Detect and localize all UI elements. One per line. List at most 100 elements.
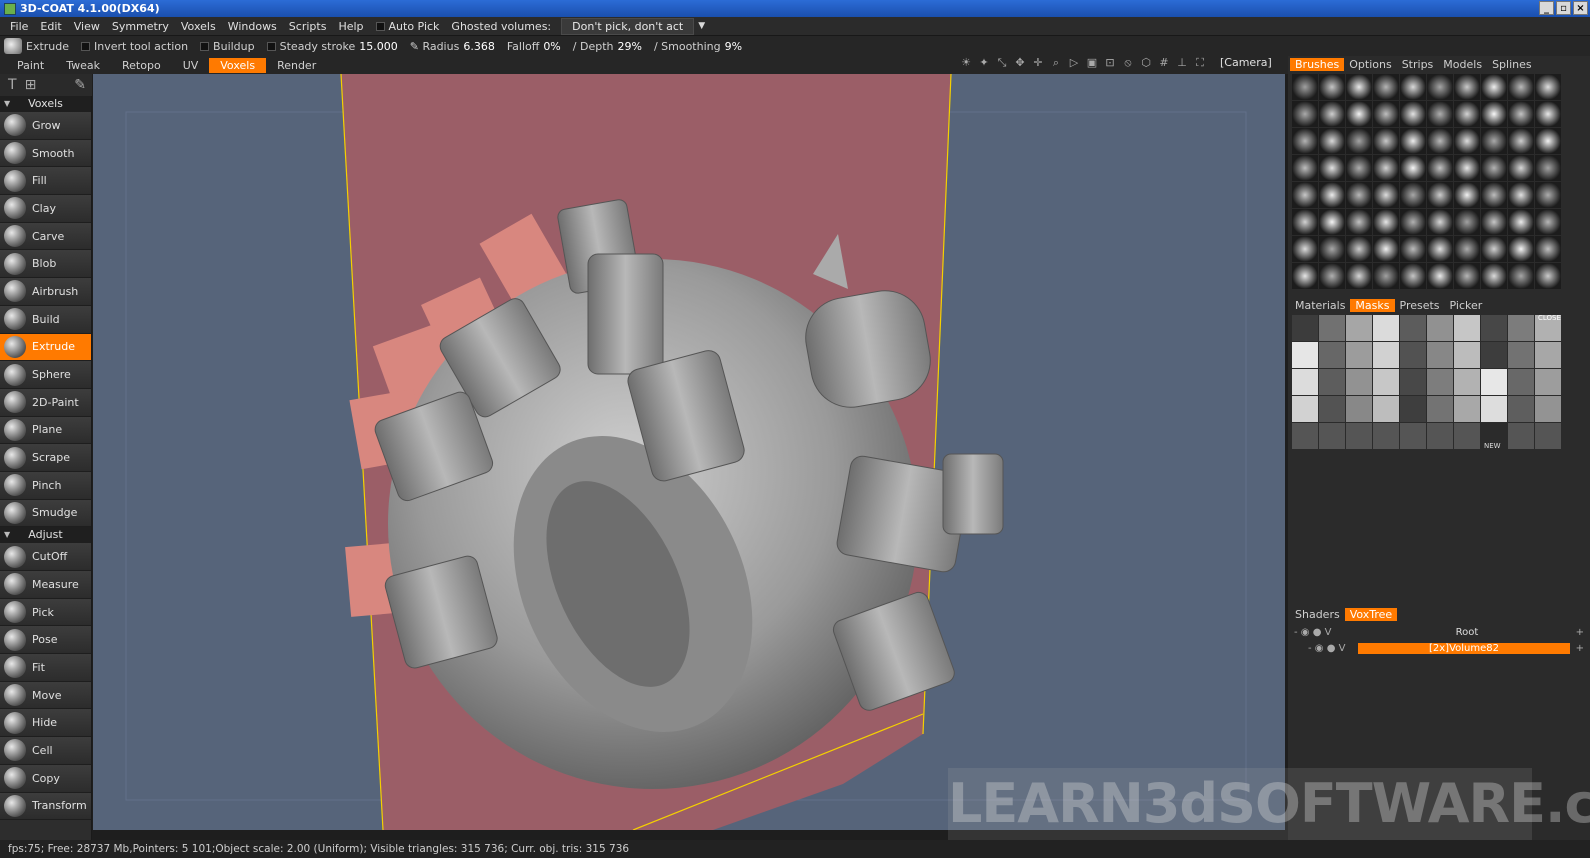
tab-materials[interactable]: Materials: [1290, 299, 1350, 312]
mask-thumbnail[interactable]: [1400, 315, 1426, 341]
mask-thumbnail[interactable]: [1319, 315, 1345, 341]
brush-thumbnail[interactable]: [1373, 155, 1399, 181]
add-icon[interactable]: +: [1576, 643, 1584, 654]
mask-thumbnail[interactable]: [1427, 423, 1453, 449]
scale-icon[interactable]: ⤡: [996, 57, 1008, 69]
viewport-scene[interactable]: [93, 74, 1285, 830]
brush-thumbnail[interactable]: [1373, 128, 1399, 154]
tool-clay[interactable]: Clay: [0, 195, 91, 223]
brush-thumbnail[interactable]: [1427, 263, 1453, 289]
play-icon[interactable]: ▷: [1068, 57, 1080, 69]
root-name[interactable]: Root: [1344, 627, 1590, 638]
invert-checkbox[interactable]: [81, 42, 91, 51]
tab-retopo[interactable]: Retopo: [111, 58, 172, 73]
mask-thumbnail[interactable]: [1427, 315, 1453, 341]
mask-thumbnail[interactable]: [1373, 369, 1399, 395]
voxtree-root-row[interactable]: - ◉ ● V Root +: [1288, 624, 1590, 640]
grid-icon[interactable]: #: [1158, 57, 1170, 69]
brush-thumbnail[interactable]: [1400, 128, 1426, 154]
brush-thumbnail[interactable]: [1535, 155, 1561, 181]
tool-move[interactable]: Move: [0, 681, 91, 710]
mask-thumbnail[interactable]: [1373, 342, 1399, 368]
menu-scripts[interactable]: Scripts: [283, 20, 333, 33]
brush-icon[interactable]: ✎: [74, 77, 86, 93]
lamp-icon[interactable]: ✦: [978, 57, 990, 69]
mask-thumbnail[interactable]: [1292, 342, 1318, 368]
tab-tweak[interactable]: Tweak: [55, 58, 111, 73]
brush-thumbnail[interactable]: [1346, 155, 1372, 181]
menu-edit[interactable]: Edit: [34, 20, 67, 33]
smoothing-value[interactable]: 9%: [725, 40, 742, 53]
buildup-toggle[interactable]: Buildup: [200, 40, 255, 53]
brush-thumbnail[interactable]: [1427, 128, 1453, 154]
root-flags[interactable]: - ◉ ● V: [1288, 627, 1344, 638]
brush-thumbnail[interactable]: [1535, 182, 1561, 208]
brush-thumbnail[interactable]: [1454, 236, 1480, 262]
mask-thumbnail[interactable]: [1454, 342, 1480, 368]
chevron-down-icon[interactable]: ▼: [698, 21, 705, 31]
brush-thumbnail[interactable]: [1319, 236, 1345, 262]
tab-paint[interactable]: Paint: [6, 58, 55, 73]
tab-brushes[interactable]: Brushes: [1290, 57, 1345, 71]
brush-thumbnail[interactable]: [1481, 74, 1507, 100]
mask-thumbnail[interactable]: [1319, 423, 1345, 449]
brush-thumbnail[interactable]: [1427, 155, 1453, 181]
masks-new-label[interactable]: NEW: [1484, 442, 1501, 450]
brush-thumbnail[interactable]: [1373, 182, 1399, 208]
grid-small-icon[interactable]: ⊞: [25, 77, 37, 93]
tool-carve[interactable]: Carve: [0, 222, 91, 251]
steady-value[interactable]: 15.000: [359, 40, 398, 53]
brush-thumbnail[interactable]: [1454, 74, 1480, 100]
ghosted-volumes-select[interactable]: Don't pick, don't act: [561, 17, 695, 35]
brush-thumbnail[interactable]: [1454, 209, 1480, 235]
tab-options[interactable]: Options: [1344, 58, 1396, 71]
brush-thumbnail[interactable]: [1400, 209, 1426, 235]
tab-strips[interactable]: Strips: [1397, 58, 1439, 71]
mask-thumbnail[interactable]: [1400, 423, 1426, 449]
mask-thumbnail[interactable]: [1508, 342, 1534, 368]
steady-checkbox[interactable]: [266, 42, 276, 51]
brush-thumbnail[interactable]: [1292, 182, 1318, 208]
mask-thumbnail[interactable]: [1346, 396, 1372, 422]
pan-icon[interactable]: ✥: [1014, 57, 1026, 69]
mask-thumbnail[interactable]: [1508, 315, 1534, 341]
tab-models[interactable]: Models: [1438, 58, 1487, 71]
brush-thumbnail[interactable]: [1292, 263, 1318, 289]
brush-thumbnail[interactable]: [1346, 236, 1372, 262]
mask-thumbnail[interactable]: [1508, 369, 1534, 395]
brush-thumbnail[interactable]: [1535, 209, 1561, 235]
tool-blob[interactable]: Blob: [0, 250, 91, 279]
brush-thumbnail[interactable]: [1454, 128, 1480, 154]
mask-thumbnail[interactable]: [1454, 396, 1480, 422]
mask-thumbnail[interactable]: [1346, 342, 1372, 368]
frame-icon[interactable]: ▣: [1086, 57, 1098, 69]
tool-grow[interactable]: Grow: [0, 112, 91, 140]
brush-thumbnail[interactable]: [1373, 236, 1399, 262]
tab-render[interactable]: Render: [266, 58, 327, 73]
brush-thumbnail[interactable]: [1454, 263, 1480, 289]
brush-thumbnail[interactable]: [1373, 101, 1399, 127]
buildup-checkbox[interactable]: [200, 42, 210, 51]
brush-thumbnail[interactable]: [1319, 128, 1345, 154]
text-tool-icon[interactable]: T: [8, 77, 17, 93]
zoom-icon[interactable]: ⌕: [1050, 57, 1062, 69]
mask-thumbnail[interactable]: [1535, 423, 1561, 449]
depth-slider[interactable]: / Depth 29%: [573, 40, 642, 53]
tab-uv[interactable]: UV: [172, 58, 210, 73]
menu-view[interactable]: View: [68, 20, 106, 33]
mask-thumbnail[interactable]: [1508, 396, 1534, 422]
brush-thumbnail[interactable]: [1319, 182, 1345, 208]
tab-voxels[interactable]: Voxels: [209, 57, 267, 73]
mask-thumbnail[interactable]: [1481, 369, 1507, 395]
mask-thumbnail[interactable]: [1454, 423, 1480, 449]
brush-thumbnail[interactable]: [1427, 182, 1453, 208]
brush-thumbnail[interactable]: [1346, 74, 1372, 100]
tool-pinch[interactable]: Pinch: [0, 471, 91, 500]
brush-thumbnail[interactable]: [1508, 209, 1534, 235]
brush-thumbnail[interactable]: [1535, 74, 1561, 100]
3d-viewport[interactable]: [93, 74, 1285, 830]
mask-thumbnail[interactable]: [1427, 369, 1453, 395]
mask-thumbnail[interactable]: [1346, 315, 1372, 341]
tool-airbrush[interactable]: Airbrush: [0, 278, 91, 306]
brush-thumbnail[interactable]: [1427, 101, 1453, 127]
